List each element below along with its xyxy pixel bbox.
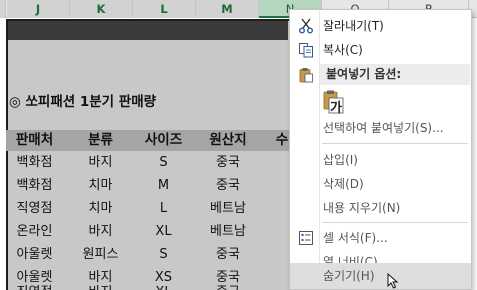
cell-origin[interactable]: 중국: [195, 243, 261, 266]
menu-item-delete[interactable]: 삭제(D): [290, 173, 471, 195]
cell-origin[interactable]: 중국: [195, 281, 261, 290]
menu-item-clear-contents[interactable]: 내용 지우기(N): [290, 197, 471, 219]
cell-store[interactable]: 백화점: [6, 174, 63, 197]
table-row: 아울렛 원피스 S 중국: [6, 243, 296, 266]
header-cell-origin[interactable]: 원산지: [195, 130, 261, 151]
menu-item-format-cells[interactable]: 셀 서식(F)...: [290, 227, 471, 249]
menu-label-clear-contents: 내용 지우기(N): [323, 201, 401, 215]
cell-size[interactable]: S: [132, 151, 195, 174]
cell-store[interactable]: 직영점: [6, 281, 63, 290]
clipboard-icon: [298, 67, 314, 83]
cell-store[interactable]: 온라인: [6, 220, 63, 243]
cell-store[interactable]: 아울렛: [6, 243, 63, 266]
cell-size[interactable]: XL: [132, 281, 195, 290]
column-header-l[interactable]: L: [133, 0, 196, 18]
menu-separator: [322, 222, 468, 223]
header-cell-category[interactable]: 분류: [69, 130, 132, 151]
menu-item-cut[interactable]: 잘라내기(T): [290, 15, 471, 37]
cell-origin[interactable]: 베트남: [195, 220, 261, 243]
cell-category[interactable]: 치마: [69, 197, 132, 220]
table-row: 직영점 바지 XL 중국: [6, 281, 296, 290]
column-header-j[interactable]: J: [7, 0, 70, 18]
cell-category[interactable]: 바지: [69, 281, 132, 290]
cell-size[interactable]: M: [132, 174, 195, 197]
table-row: 백화점 치마 M 중국: [6, 174, 296, 197]
mouse-cursor-icon: [387, 272, 399, 289]
scissors-icon: [298, 18, 314, 34]
paste-options-label: 붙여넣기 옵션:: [326, 67, 402, 81]
format-cells-icon: [298, 230, 314, 246]
menu-label-copy: 복사(C): [323, 43, 363, 57]
column-header-k[interactable]: K: [70, 0, 133, 18]
cell-origin[interactable]: 중국: [195, 151, 261, 174]
cell-origin[interactable]: 베트남: [195, 197, 261, 220]
cell-category[interactable]: 치마: [69, 174, 132, 197]
column-header-edge[interactable]: [0, 0, 6, 18]
table-row: 직영점 치마 L 베트남: [6, 197, 296, 220]
cell-origin[interactable]: 중국: [195, 174, 261, 197]
column-header-m[interactable]: M: [196, 0, 259, 18]
header-cell-store[interactable]: 판매처: [6, 130, 63, 151]
menu-label-insert: 삽입(I): [323, 153, 358, 167]
cell-size[interactable]: S: [132, 243, 195, 266]
cell-category[interactable]: 바지: [69, 151, 132, 174]
menu-separator: [322, 143, 468, 144]
cell-category[interactable]: 바지: [69, 220, 132, 243]
paste-option-glyph: 가: [330, 101, 342, 116]
cell-size[interactable]: XL: [132, 220, 195, 243]
menu-label-cut: 잘라내기(T): [323, 19, 384, 33]
menu-label-delete: 삭제(D): [323, 177, 364, 191]
menu-item-insert[interactable]: 삽입(I): [290, 149, 471, 171]
menu-label-paste-special: 선택하여 붙여넣기(S)...: [323, 121, 444, 135]
copy-icon: [298, 42, 314, 58]
cell-size[interactable]: L: [132, 197, 195, 220]
menu-label-format-cells: 셀 서식(F)...: [323, 231, 388, 245]
menu-item-hide[interactable]: 숨기기(H): [290, 263, 471, 289]
context-menu: 잘라내기(T) 복사(C) 붙여넣기 옵션: 가 선택하여 붙여넣기(S)...…: [289, 9, 472, 290]
cell-store[interactable]: 백화점: [6, 151, 63, 174]
sheet-title[interactable]: ◎ 쏘피패션 1분기 판매량: [9, 90, 156, 110]
menu-label-hide: 숨기기(H): [323, 269, 375, 283]
table-row: 백화점 바지 S 중국: [6, 151, 296, 174]
table-row: 온라인 바지 XL 베트남: [6, 220, 296, 243]
paste-option-button[interactable]: 가: [323, 90, 345, 116]
paste-options-header: 붙여넣기 옵션:: [320, 64, 470, 85]
cell-category[interactable]: 원피스: [69, 243, 132, 266]
cell-store[interactable]: 직영점: [6, 197, 63, 220]
menu-item-copy[interactable]: 복사(C): [290, 39, 471, 61]
header-cell-size[interactable]: 사이즈: [132, 130, 195, 151]
table-header-row: 판매처 분류 사이즈 원산지 수: [6, 130, 306, 151]
menu-item-paste-special[interactable]: 선택하여 붙여넣기(S)...: [290, 117, 471, 139]
